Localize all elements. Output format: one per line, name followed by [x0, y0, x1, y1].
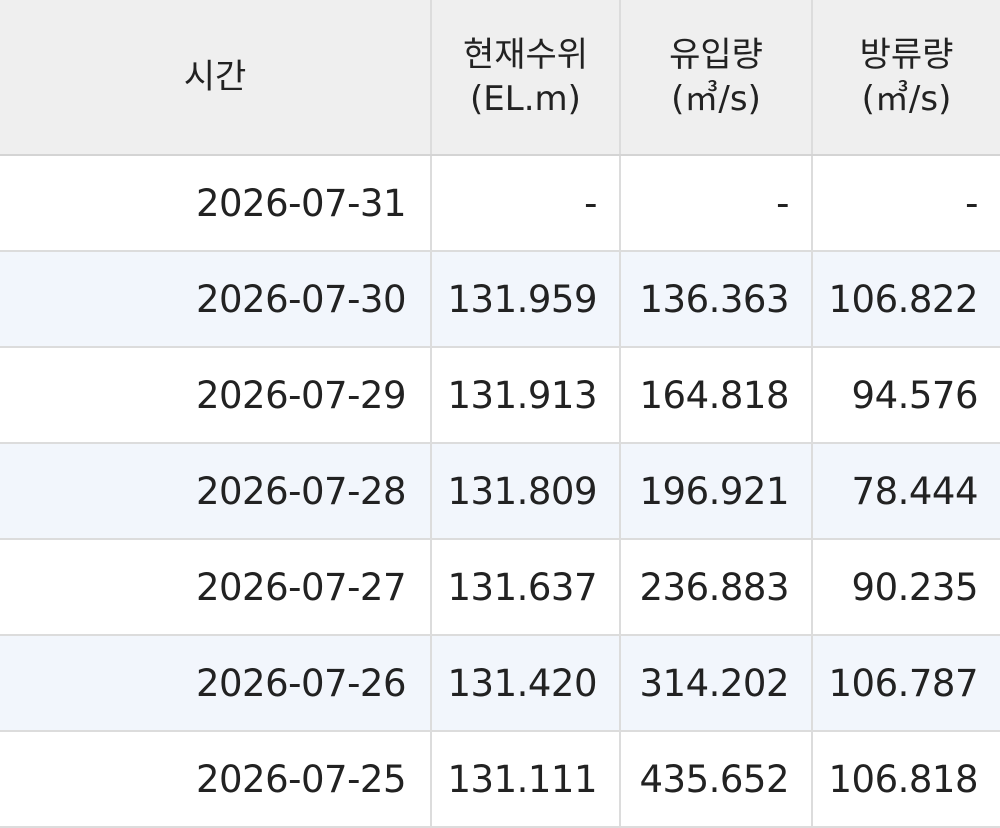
cell-inflow: 164.818 [620, 347, 813, 444]
cell-outflow: 106.818 [812, 731, 1000, 828]
cell-inflow: 314.202 [620, 635, 813, 732]
cell-water-level: 131.637 [431, 539, 621, 636]
header-inflow: 유입량 (㎥/s) [620, 0, 813, 156]
cell-time: 2026-07-28 [0, 443, 432, 540]
cell-outflow: 90.235 [812, 539, 1000, 636]
cell-water-level: 131.420 [431, 635, 621, 732]
cell-water-level: 131.913 [431, 347, 621, 444]
cell-time: 2026-07-30 [0, 251, 432, 348]
table-row: 2026-07-28 131.809 196.921 78.444 [0, 443, 1000, 540]
cell-inflow: 136.363 [620, 251, 813, 348]
cell-time: 2026-07-27 [0, 539, 432, 636]
table-row: 2026-07-25 131.111 435.652 106.818 [0, 731, 1000, 828]
cell-time: 2026-07-31 [0, 155, 432, 252]
header-row: 시간 현재수위 (EL.m) 유입량 (㎥/s) 방류량 (㎥/s) [0, 0, 1000, 156]
cell-water-level: 131.111 [431, 731, 621, 828]
cell-time: 2026-07-29 [0, 347, 432, 444]
cell-outflow: - [812, 155, 1000, 252]
cell-time: 2026-07-25 [0, 731, 432, 828]
cell-time: 2026-07-26 [0, 635, 432, 732]
cell-inflow: 236.883 [620, 539, 813, 636]
header-water-level: 현재수위 (EL.m) [431, 0, 621, 156]
header-time: 시간 [0, 0, 432, 156]
cell-water-level: - [431, 155, 621, 252]
table-row: 2026-07-29 131.913 164.818 94.576 [0, 347, 1000, 444]
table-body: 2026-07-31 - - - 2026-07-30 131.959 136.… [0, 155, 1000, 828]
table-row: 2026-07-27 131.637 236.883 90.235 [0, 539, 1000, 636]
table-header: 시간 현재수위 (EL.m) 유입량 (㎥/s) 방류량 (㎥/s) [0, 0, 1000, 156]
cell-water-level: 131.809 [431, 443, 621, 540]
cell-inflow: - [620, 155, 813, 252]
cell-water-level: 131.959 [431, 251, 621, 348]
cell-inflow: 196.921 [620, 443, 813, 540]
water-level-table: 시간 현재수위 (EL.m) 유입량 (㎥/s) 방류량 (㎥/s) 2026-… [0, 0, 1000, 828]
table-row: 2026-07-30 131.959 136.363 106.822 [0, 251, 1000, 348]
cell-outflow: 94.576 [812, 347, 1000, 444]
cell-outflow: 106.822 [812, 251, 1000, 348]
cell-outflow: 78.444 [812, 443, 1000, 540]
cell-outflow: 106.787 [812, 635, 1000, 732]
table-row: 2026-07-31 - - - [0, 155, 1000, 252]
header-outflow: 방류량 (㎥/s) [812, 0, 1000, 156]
cell-inflow: 435.652 [620, 731, 813, 828]
table-row: 2026-07-26 131.420 314.202 106.787 [0, 635, 1000, 732]
